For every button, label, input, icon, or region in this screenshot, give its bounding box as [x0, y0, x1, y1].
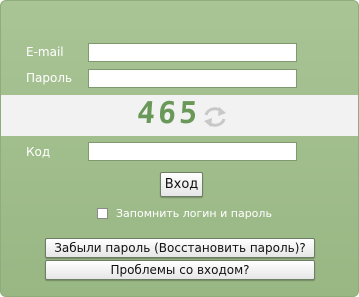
forgot-password-button[interactable]: Забыли пароль (Восстановить пароль)?	[45, 238, 315, 258]
remember-label: Запомнить логин и пароль	[116, 207, 272, 220]
remember-me[interactable]: Запомнить логин и пароль	[97, 207, 272, 220]
login-panel: E-mail Пароль 465 Код Вход Запомнить лог…	[0, 0, 359, 297]
login-problems-button[interactable]: Проблемы со входом?	[45, 260, 315, 280]
password-field[interactable]	[88, 69, 297, 88]
password-label: Пароль	[26, 71, 73, 85]
remember-checkbox[interactable]	[97, 208, 108, 219]
code-label: Код	[26, 145, 51, 159]
email-field[interactable]	[88, 43, 297, 62]
captcha-code-field[interactable]	[88, 142, 297, 161]
refresh-icon[interactable]	[202, 105, 228, 129]
captcha-image: 465	[135, 96, 202, 131]
login-button[interactable]: Вход	[160, 172, 203, 197]
email-label: E-mail	[26, 45, 64, 59]
